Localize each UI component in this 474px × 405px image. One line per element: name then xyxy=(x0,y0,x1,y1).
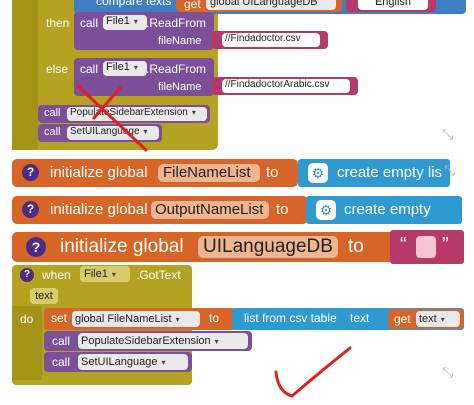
red-cross-annotation xyxy=(76,84,352,398)
checkmark-stroke xyxy=(274,346,352,398)
